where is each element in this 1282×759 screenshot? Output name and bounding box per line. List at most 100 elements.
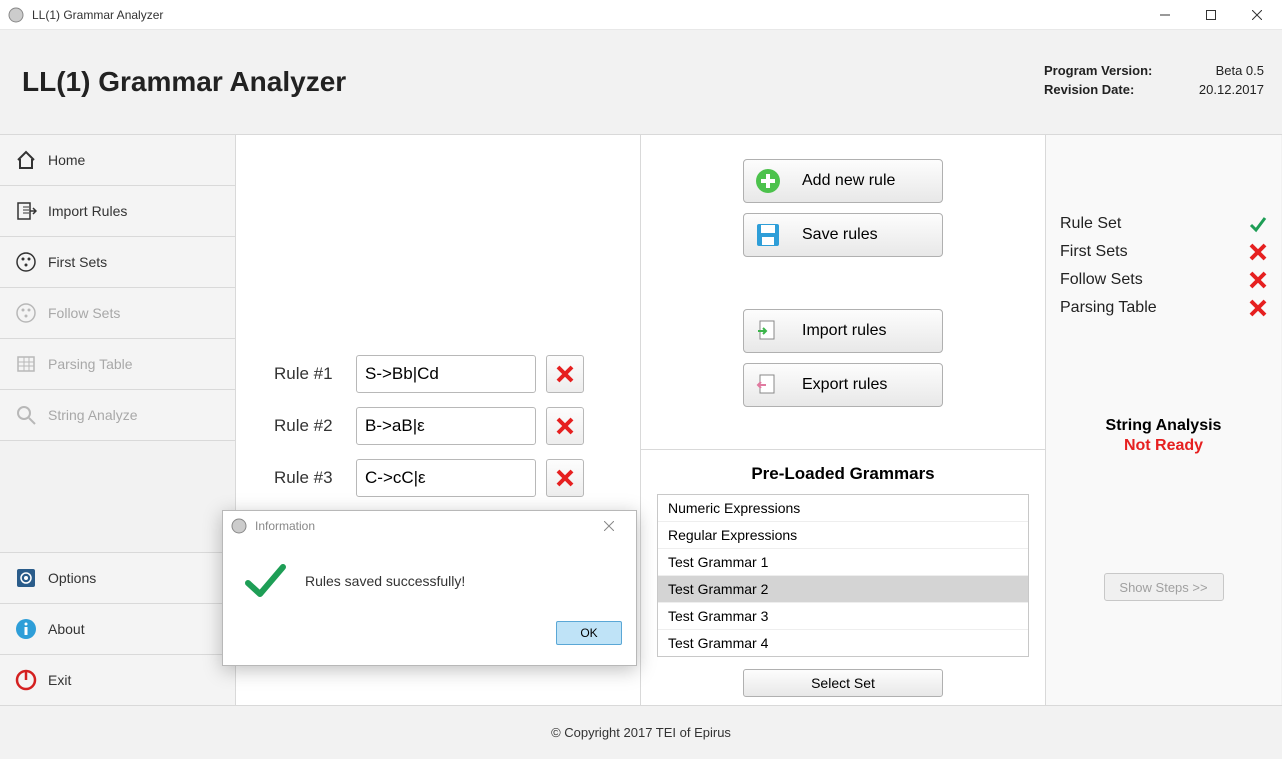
sidebar-item-import[interactable]: Import Rules — [0, 186, 235, 237]
app-icon — [8, 7, 24, 23]
grammar-list-item[interactable]: Test Grammar 4 — [658, 630, 1028, 656]
status-row: Parsing Table — [1060, 299, 1267, 317]
rule-input[interactable] — [356, 355, 536, 393]
rule-label: Rule #2 — [274, 416, 356, 436]
sidebar-item-parsing: Parsing Table — [0, 339, 235, 390]
maximize-button[interactable] — [1188, 0, 1234, 30]
check-icon — [1249, 215, 1267, 233]
grammar-list-item[interactable]: Test Grammar 2 — [658, 576, 1028, 603]
save-icon — [754, 221, 782, 249]
power-icon — [14, 668, 38, 692]
rule-row: Rule #2 — [274, 407, 640, 445]
dialog-ok-button[interactable]: OK — [556, 621, 622, 645]
status-label: Parsing Table — [1060, 299, 1157, 317]
minimize-button[interactable] — [1142, 0, 1188, 30]
gear-icon — [14, 566, 38, 590]
dialog-app-icon — [231, 518, 247, 534]
grammar-list-item[interactable]: Test Grammar 3 — [658, 603, 1028, 630]
table-icon — [14, 352, 38, 376]
sidebar-item-analyze: String Analyze — [0, 390, 235, 441]
sidebar-item-exit[interactable]: Exit — [0, 654, 235, 705]
titlebar: LL(1) Grammar Analyzer — [0, 0, 1282, 30]
export-icon — [754, 371, 782, 399]
cross-icon — [1249, 299, 1267, 317]
dialog-title: Information — [255, 519, 604, 533]
dialog-message: Rules saved successfully! — [305, 573, 465, 589]
rule-label: Rule #3 — [274, 468, 356, 488]
footer: © Copyright 2017 TEI of Epirus — [0, 705, 1282, 759]
export-rules-button[interactable]: Export rules — [743, 363, 943, 407]
grammar-list-item[interactable]: Numeric Expressions — [658, 495, 1028, 522]
status-row: Rule Set — [1060, 215, 1267, 233]
status-row: First Sets — [1060, 243, 1267, 261]
sidebar-item-label: Home — [48, 152, 85, 168]
information-dialog: Information Rules saved successfully! OK — [222, 510, 637, 666]
export-rules-label: Export rules — [802, 376, 887, 394]
version-label: Program Version: — [1044, 63, 1184, 78]
cross-icon — [1249, 243, 1267, 261]
import-rules-button[interactable]: Import rules — [743, 309, 943, 353]
show-steps-button[interactable]: Show Steps >> — [1104, 573, 1224, 601]
add-rule-label: Add new rule — [802, 172, 895, 190]
sidebar-item-label: About — [48, 621, 85, 637]
header: LL(1) Grammar Analyzer Program Version:B… — [0, 30, 1282, 135]
window-title: LL(1) Grammar Analyzer — [32, 8, 1142, 22]
import-rules-label: Import rules — [802, 322, 886, 340]
analysis-state: Not Ready — [1060, 437, 1267, 455]
sidebar-item-label: Exit — [48, 672, 71, 688]
dialog-close-button[interactable] — [604, 521, 628, 531]
sidebar-item-label: Parsing Table — [48, 356, 133, 372]
import-icon — [14, 199, 38, 223]
close-button[interactable] — [1234, 0, 1280, 30]
sidebar-item-label: String Analyze — [48, 407, 138, 423]
sidebar-item-follow: Follow Sets — [0, 288, 235, 339]
delete-rule-button[interactable] — [546, 459, 584, 497]
select-set-button[interactable]: Select Set — [743, 669, 943, 697]
delete-rule-button[interactable] — [546, 407, 584, 445]
rule-input[interactable] — [356, 459, 536, 497]
delete-rule-button[interactable] — [546, 355, 584, 393]
add-rule-button[interactable]: Add new rule — [743, 159, 943, 203]
rule-input[interactable] — [356, 407, 536, 445]
home-icon — [14, 148, 38, 172]
grammar-list-item[interactable]: Regular Expressions — [658, 522, 1028, 549]
page-title: LL(1) Grammar Analyzer — [22, 66, 1044, 98]
status-label: Rule Set — [1060, 215, 1121, 233]
info-icon — [14, 617, 38, 641]
sidebar-item-options[interactable]: Options — [0, 552, 235, 603]
status-row: Follow Sets — [1060, 271, 1267, 289]
sidebar-item-label: Options — [48, 570, 96, 586]
rule-row: Rule #3 — [274, 459, 640, 497]
sidebar-item-first[interactable]: First Sets — [0, 237, 235, 288]
check-icon — [243, 559, 287, 603]
plus-icon — [754, 167, 782, 195]
sidebar-item-label: First Sets — [48, 254, 107, 270]
version-info: Program Version:Beta 0.5 Revision Date:2… — [1044, 63, 1264, 101]
import-icon — [754, 317, 782, 345]
revision-label: Revision Date: — [1044, 82, 1184, 97]
sidebar-item-label: Follow Sets — [48, 305, 120, 321]
cross-icon — [1249, 271, 1267, 289]
status-column: Rule Set First Sets Follow Sets Parsing Tab… — [1046, 135, 1281, 705]
copyright: © Copyright 2017 TEI of Epirus — [551, 725, 731, 740]
rule-row: Rule #1 — [274, 355, 640, 393]
revision-value: 20.12.2017 — [1184, 82, 1264, 97]
analysis-label: String Analysis — [1060, 417, 1267, 435]
status-label: First Sets — [1060, 243, 1128, 261]
preloaded-header: Pre-Loaded Grammars — [641, 449, 1045, 484]
save-rules-button[interactable]: Save rules — [743, 213, 943, 257]
followset-icon — [14, 301, 38, 325]
search-icon — [14, 403, 38, 427]
sidebar-item-home[interactable]: Home — [0, 135, 235, 186]
grammar-list-item[interactable]: Test Grammar 1 — [658, 549, 1028, 576]
rule-label: Rule #1 — [274, 364, 356, 384]
sidebar-item-label: Import Rules — [48, 203, 127, 219]
version-value: Beta 0.5 — [1184, 63, 1264, 78]
sidebar-item-about[interactable]: About — [0, 603, 235, 654]
firstset-icon — [14, 250, 38, 274]
actions-column: Add new rule Save rules Import rules Exp… — [641, 135, 1046, 705]
sidebar: Home Import Rules First Sets Follow Sets Par… — [0, 135, 236, 705]
save-rules-label: Save rules — [802, 226, 878, 244]
grammar-list[interactable]: Numeric ExpressionsRegular ExpressionsTe… — [657, 494, 1029, 657]
status-label: Follow Sets — [1060, 271, 1143, 289]
